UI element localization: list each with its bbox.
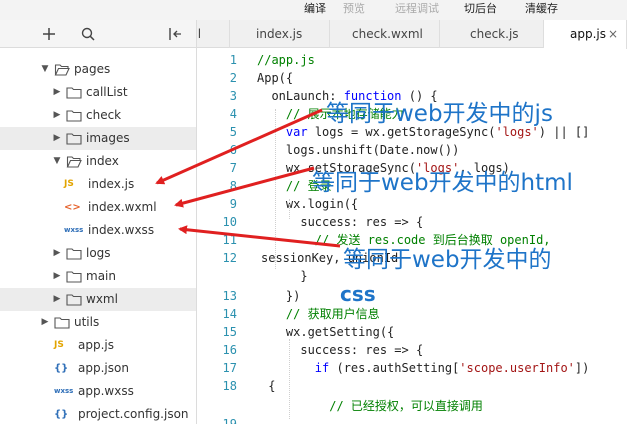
annotation-js: 等同于web开发中的js [326, 101, 553, 127]
annotation-css: 等同于web开发中的 [343, 247, 552, 273]
annotation-arrows [155, 108, 341, 248]
annotation-css-tail: css [340, 282, 376, 306]
arrow-to-index-wxss [178, 225, 341, 248]
arrow-to-index-wxml [174, 166, 315, 208]
annotation-html: 等同于web开发中的html [312, 170, 573, 196]
